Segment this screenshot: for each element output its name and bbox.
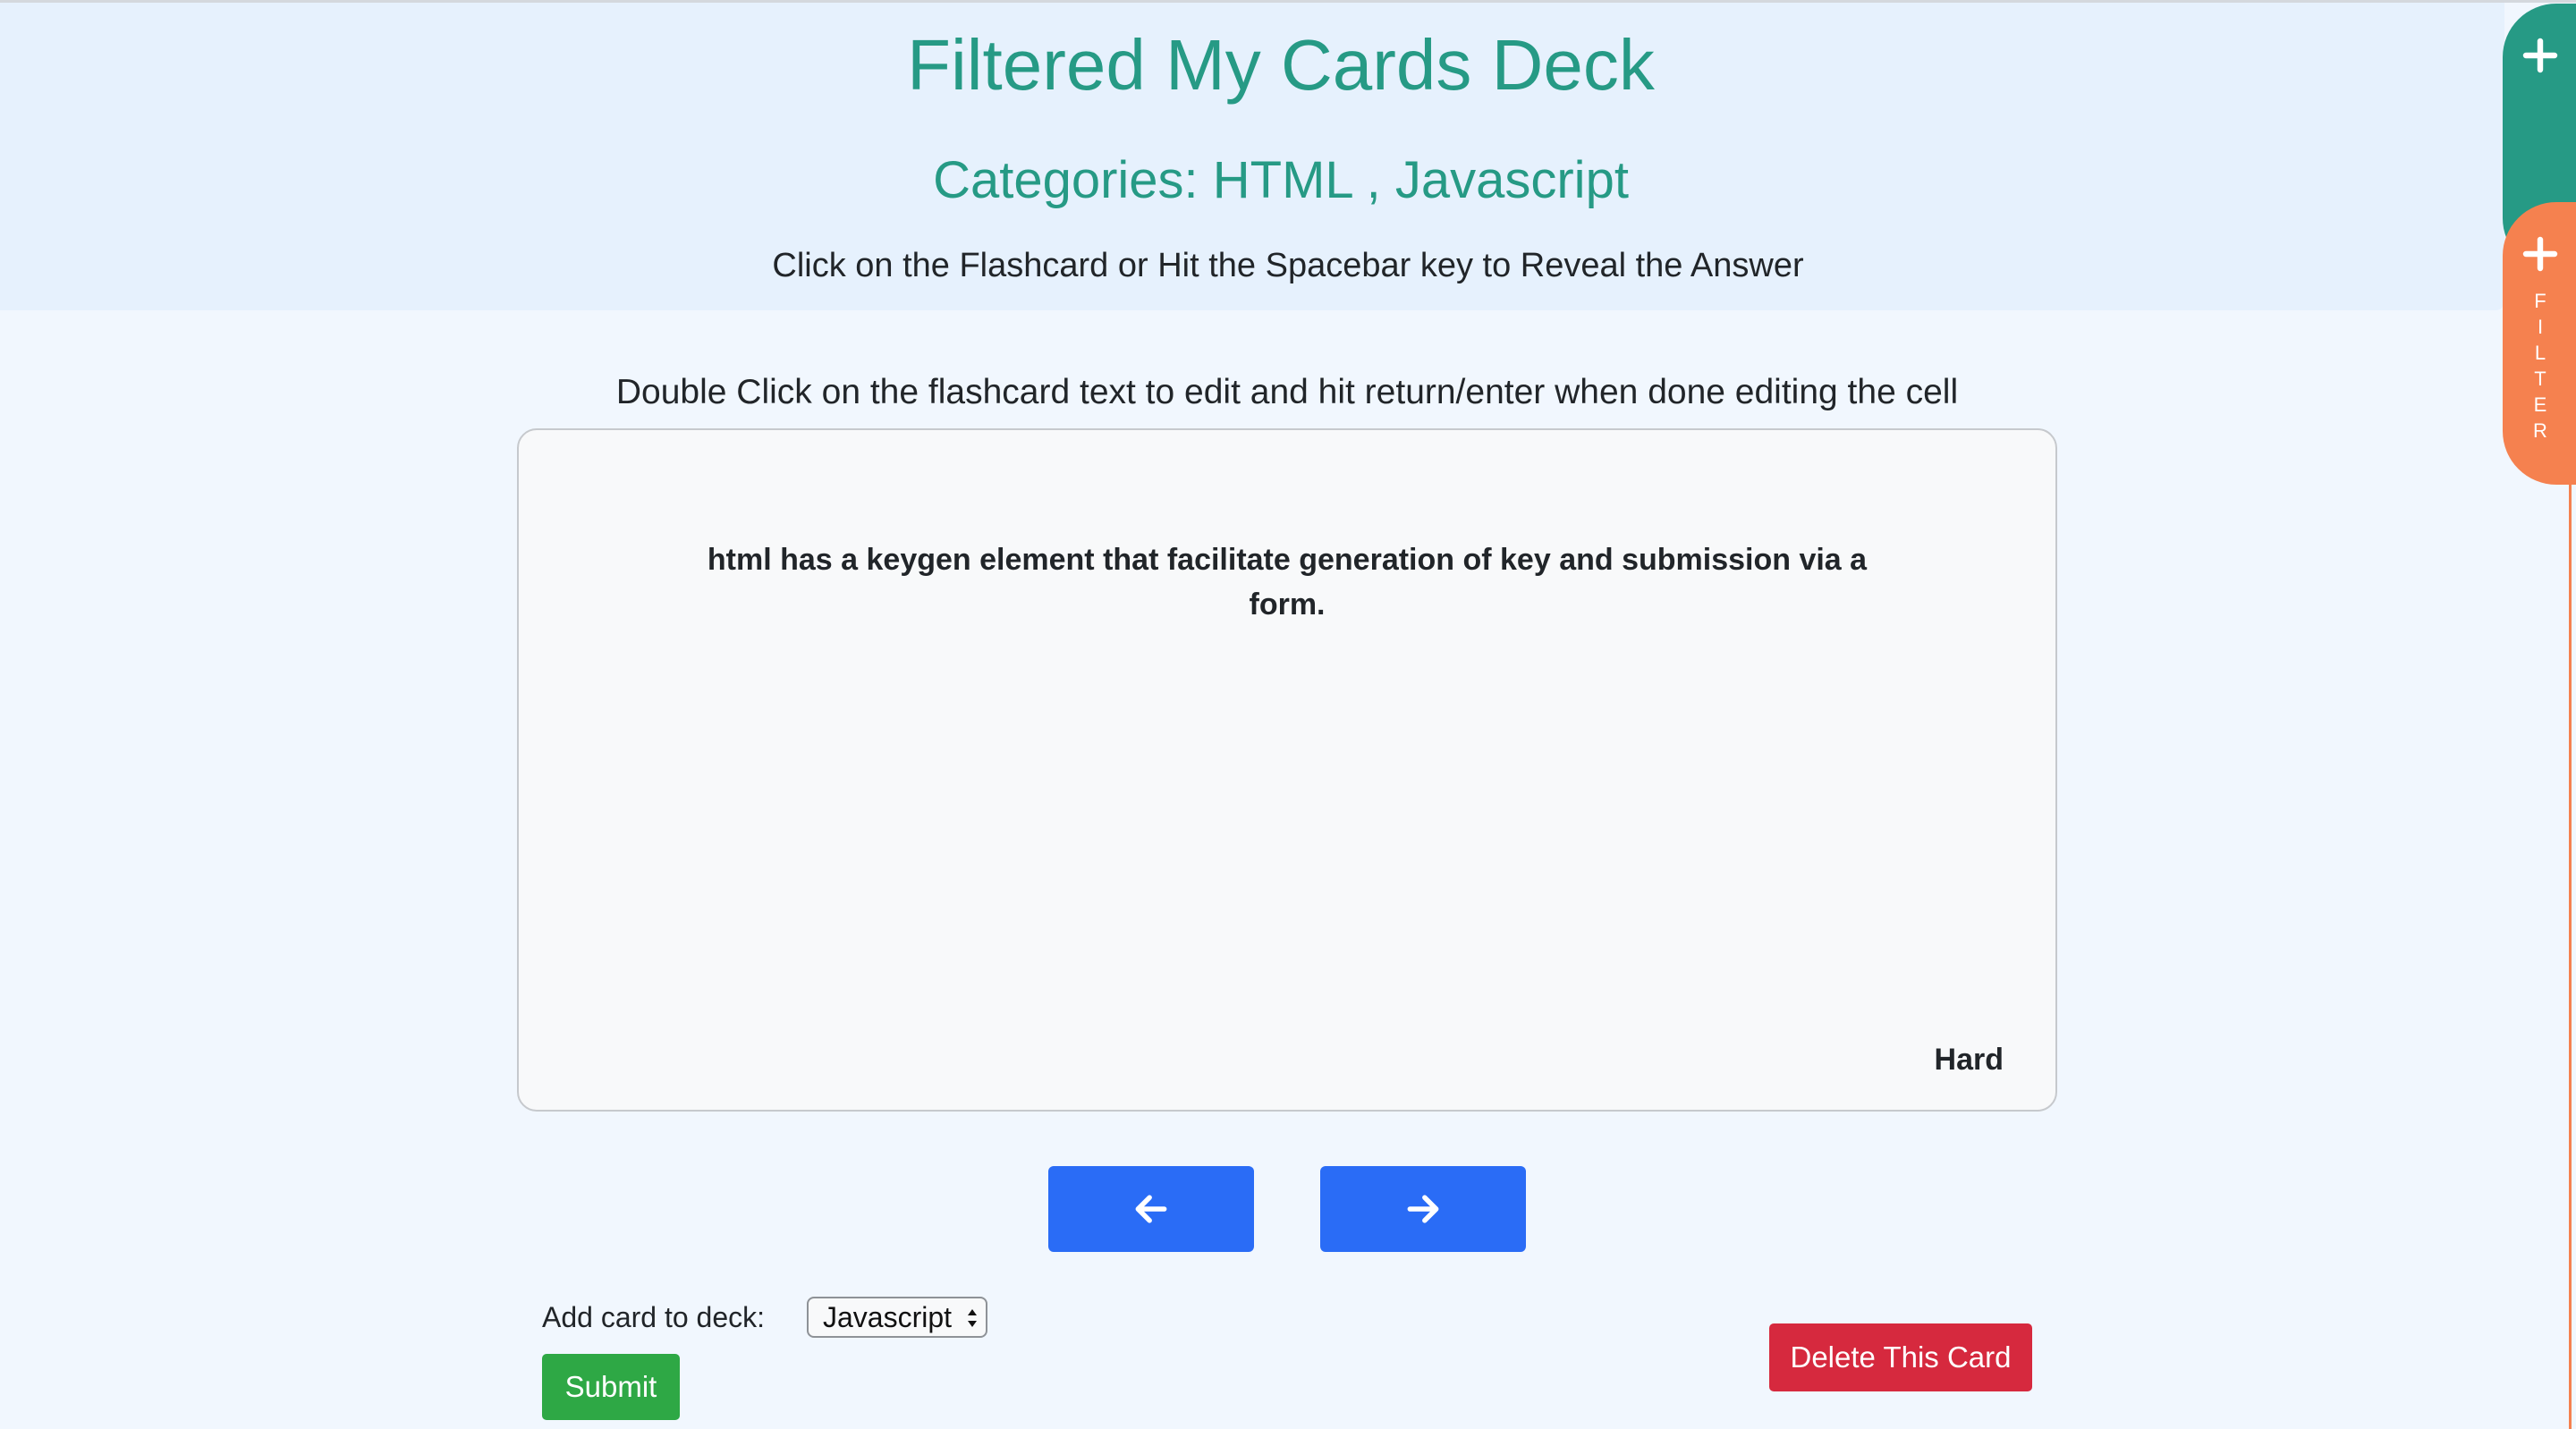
filter-letter: F — [2534, 290, 2546, 312]
categories-subtitle: Categories: HTML , Javascript — [933, 151, 1629, 209]
arrow-right-icon — [1407, 1195, 1439, 1223]
submit-button[interactable]: Submit — [542, 1354, 680, 1420]
select-arrows-icon — [968, 1309, 977, 1327]
arrow-left-icon — [1135, 1195, 1167, 1223]
flashcard-page: Filtered My Cards Deck Categories: HTML … — [0, 0, 2576, 1429]
reveal-instruction: Click on the Flashcard or Hit the Spaceb… — [772, 247, 1804, 284]
deck-select-value: Javascript — [823, 1300, 953, 1333]
next-card-button[interactable] — [1320, 1166, 1526, 1252]
filter-letter: E — [2533, 393, 2547, 416]
edit-hint: Double Click on the flashcard text to ed… — [615, 373, 1959, 411]
page-title: Filtered My Cards Deck — [907, 25, 1655, 105]
filter-letter: T — [2534, 368, 2546, 390]
filter-tab[interactable]: F I L T E R — [2503, 202, 2576, 485]
difficulty-label: Hard — [1934, 1043, 2004, 1077]
delete-card-button[interactable]: Delete This Card — [1769, 1323, 2032, 1391]
plus-icon — [2522, 38, 2558, 73]
previous-card-button[interactable] — [1048, 1166, 1254, 1252]
flashcard[interactable]: html has a keygen element that facilitat… — [517, 428, 2057, 1112]
flashcard-text[interactable]: html has a keygen element that facilitat… — [698, 537, 1877, 627]
filter-letter: I — [2537, 316, 2544, 338]
filter-letter: R — [2533, 419, 2547, 442]
header-banner: Filtered My Cards Deck Categories: HTML … — [0, 3, 2504, 310]
filter-tab-label: F I L T E R — [2522, 288, 2558, 444]
plus-icon — [2522, 236, 2558, 272]
filter-panel-edge — [2569, 483, 2572, 1429]
deck-select[interactable]: Javascript — [807, 1297, 987, 1338]
filter-letter: L — [2534, 342, 2546, 364]
add-to-deck-label: Add card to deck: — [542, 1301, 766, 1333]
